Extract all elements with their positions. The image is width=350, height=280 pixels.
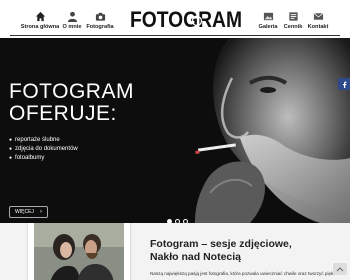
price-list-icon — [288, 12, 298, 21]
facebook-icon — [342, 81, 347, 88]
logo-text: FOTOGRAM — [130, 8, 242, 30]
section-title-line2: Nakło nad Notecią — [150, 250, 242, 263]
person-icon — [67, 11, 77, 22]
camera-icon — [95, 12, 105, 21]
offer-item: ● reportaże ślubne — [9, 136, 78, 145]
header-divider — [10, 35, 340, 36]
offer-item: ● fotoalbumy — [9, 154, 78, 163]
chevron-right-icon: › — [39, 209, 42, 215]
nav-prices[interactable]: Cennik — [283, 11, 303, 35]
couple-photo — [34, 223, 124, 280]
offer-label: fotoalbumy — [15, 154, 45, 161]
intro-section: Fotogram – sesje zdjęciowe, Nakło nad No… — [0, 223, 350, 280]
scroll-badge[interactable] — [333, 263, 347, 275]
section-title: Fotogram – sesje zdjęciowe, Nakło nad No… — [150, 238, 340, 263]
nav-photography[interactable]: Fotografia — [86, 11, 114, 35]
nav-home[interactable]: Strona główna — [21, 11, 59, 35]
more-button[interactable]: WIĘCEJ › — [9, 206, 48, 218]
site-header: Strona główna O mnie Fotografia FOTOGRAM… — [0, 0, 350, 38]
nav-contact[interactable]: Kontakt — [306, 11, 330, 35]
nav-about-label: O mnie — [62, 24, 82, 30]
home-icon — [35, 11, 45, 22]
nav-photography-label: Fotografia — [86, 24, 114, 30]
nav-gallery[interactable]: Galeria — [257, 11, 279, 35]
hero-slider: FOTOGRAM OFERUJE: ● reportaże ślubne ● zdj… — [0, 38, 350, 223]
more-button-label: WIĘCEJ — [15, 209, 34, 215]
nav-gallery-label: Galeria — [258, 24, 278, 30]
hero-title-line1: FOTOGRAM — [9, 80, 134, 103]
nav-about[interactable]: O mnie — [60, 11, 84, 35]
offer-label: reportaże ślubne — [15, 137, 60, 143]
gallery-icon — [263, 12, 273, 21]
hero-title-line2: OFERUJE: — [9, 102, 117, 125]
hero-offer-list: ● reportaże ślubne ● zdjęcia do dokumentów… — [9, 136, 78, 162]
offer-label: zdjęcia do dokumentów — [15, 145, 78, 152]
photo-frame — [28, 223, 130, 280]
bullet-icon: ● — [9, 154, 13, 161]
hero-portrait-photo — [0, 38, 350, 223]
section-text: Naszą największą pasją jest fotografia, … — [150, 271, 339, 276]
offer-item: ● zdjęcia do dokumentów — [9, 145, 78, 154]
section-title-line1: Fotogram – sesje zdjęciowe, — [150, 238, 292, 250]
hero-title: FOTOGRAM OFERUJE: — [9, 81, 134, 125]
mail-icon — [313, 13, 323, 20]
nav-home-label: Strona główna — [20, 24, 60, 30]
fotogram-logo[interactable]: FOTOGRAM — [130, 8, 242, 30]
nav-prices-label: Cennik — [283, 24, 303, 30]
facebook-button[interactable] — [338, 78, 350, 90]
bullet-icon: ● — [9, 145, 13, 152]
nav-contact-label: Kontakt — [307, 24, 329, 30]
bullet-icon: ● — [9, 137, 13, 143]
chevron-up-icon — [336, 267, 344, 272]
